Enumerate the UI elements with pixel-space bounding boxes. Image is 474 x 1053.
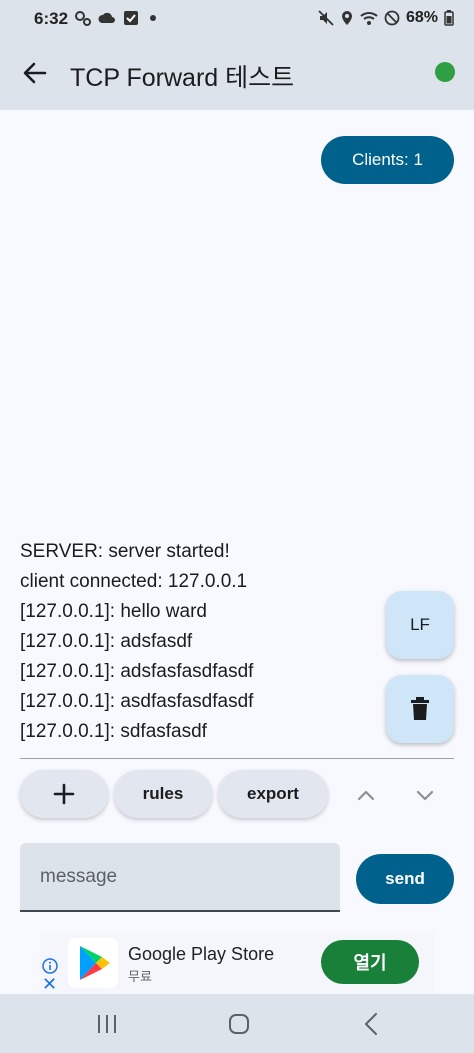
do-not-disturb-icon [384, 10, 400, 26]
battery-icon [444, 10, 454, 26]
home-icon [229, 1014, 249, 1034]
log-line: [127.0.0.1]: adsfasdf [20, 631, 193, 652]
location-icon [341, 11, 352, 25]
cloud-icon [98, 12, 115, 23]
log-line: [127.0.0.1]: asdfasfasdfasdf [20, 691, 254, 712]
ad-close-icon[interactable]: ✕ [42, 975, 57, 993]
ad-app-name: Google Play Store [128, 944, 275, 964]
ad-app-price: 무료 [128, 969, 152, 984]
info-icon[interactable] [42, 958, 58, 974]
line-feed-button[interactable]: LF [386, 591, 454, 659]
message-field[interactable] [20, 843, 340, 912]
divider [20, 758, 454, 759]
rules-button[interactable]: rules [114, 770, 212, 818]
message-log: SERVER: server started! client connected:… [20, 537, 390, 747]
status-bar: 6:32 68% [0, 0, 474, 36]
send-button[interactable]: send [356, 854, 454, 904]
chevron-down-icon [416, 790, 434, 801]
message-input[interactable] [20, 843, 340, 910]
log-line: [127.0.0.1]: hello ward [20, 601, 207, 622]
recents-icon [98, 1015, 116, 1033]
scroll-down-button[interactable] [410, 780, 440, 810]
log-line: [127.0.0.1]: adsfasfasdfasdf [20, 661, 254, 682]
trash-icon [411, 697, 429, 720]
ad-open-button[interactable]: 열기 [321, 940, 419, 984]
log-line: SERVER: server started! [20, 541, 230, 562]
status-right-icons: 68% [318, 9, 454, 27]
check-box-icon [124, 11, 138, 25]
export-button[interactable]: export [218, 770, 328, 818]
status-left-icons [74, 9, 160, 27]
status-time: 6:32 [34, 9, 69, 28]
back-button[interactable] [18, 56, 52, 90]
home-button[interactable] [225, 1010, 253, 1038]
add-button[interactable] [20, 770, 108, 818]
recents-button[interactable] [93, 1010, 121, 1038]
page-title: TCP Forward 테스트 [70, 64, 295, 92]
connection-status-indicator [435, 62, 455, 82]
chevron-left-icon [365, 1013, 377, 1035]
log-line: [127.0.0.1]: sdfasfasdf [20, 721, 207, 742]
battery-level: 68% [405, 9, 438, 26]
clients-button[interactable]: Clients: 1 [321, 136, 454, 184]
play-store-logo-icon [68, 938, 118, 988]
chevron-up-icon [357, 790, 375, 801]
log-line: client connected: 127.0.0.1 [20, 571, 248, 592]
app-bar: TCP Forward 테스트 [0, 36, 474, 110]
scroll-up-button[interactable] [351, 780, 381, 810]
arrow-back-icon [23, 62, 47, 84]
ad-banner[interactable]: ✕ Google Play Store 무료 열기 [40, 932, 434, 994]
system-navigation-bar [0, 994, 474, 1053]
clear-log-button[interactable] [386, 675, 454, 743]
system-back-button[interactable] [358, 1010, 386, 1038]
settings-icon [75, 11, 91, 26]
wifi-icon [360, 12, 378, 25]
dot-icon [150, 15, 156, 21]
plus-icon [53, 783, 75, 805]
mute-icon [318, 10, 334, 26]
